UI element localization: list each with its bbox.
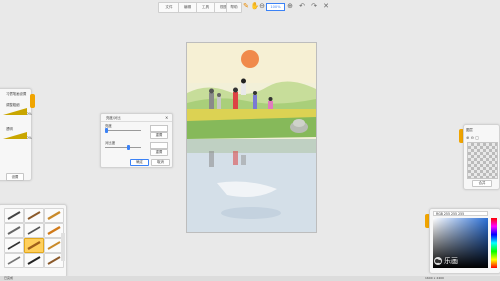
contrast-slider[interactable] (105, 147, 141, 148)
layers-panel-title: 图层 (466, 128, 473, 132)
dialog-close-icon[interactable]: × (165, 115, 168, 120)
ink-pen-tool[interactable] (4, 238, 24, 253)
zoom-in-icon[interactable]: ⊕ (285, 1, 295, 11)
crayon-tool[interactable] (24, 238, 44, 253)
contrast-reset-button[interactable]: 重置 (150, 149, 168, 156)
hue-slider[interactable] (491, 218, 497, 268)
menu-help[interactable]: 帮助 (226, 2, 242, 13)
tool-palette-scrollbar[interactable] (61, 233, 65, 261)
contrast-slider-thumb[interactable] (127, 145, 130, 150)
wechat-icon (434, 257, 442, 265)
layer-thumbnail[interactable] (467, 142, 498, 179)
contrast-label: 对比度 (105, 141, 116, 145)
redo-icon[interactable]: ↷ (309, 1, 319, 11)
smudge-tool[interactable] (24, 223, 44, 238)
layers-panel: 图层 ⊕ ⊖ ▢ 合并 (463, 124, 500, 190)
brush-panel-grip[interactable] (30, 94, 35, 108)
layer-toolbar-icons[interactable]: ⊕ ⊖ ▢ (466, 135, 479, 140)
dialog-ok-button[interactable]: 确定 (130, 159, 149, 166)
brush-settings-button[interactable]: 设置 (6, 173, 24, 181)
canvas-illustration (187, 43, 316, 232)
contrast-value-field[interactable] (150, 142, 168, 149)
watermark: 乐画 (434, 256, 468, 266)
brush-panel-title: 习惯笔画设置 (6, 92, 27, 96)
watermark-text: 乐画 (444, 257, 458, 265)
menu-file[interactable]: 文件 (158, 2, 180, 13)
drawing-canvas[interactable] (186, 42, 317, 233)
top-toolbar: 文件 编辑 工具 视图 帮助 ✎ ✋ ⊖ 100% ⊕ ↶ ↷ ✕ (0, 0, 500, 13)
brush-tool[interactable] (24, 208, 44, 223)
brightness-value-field[interactable] (150, 125, 168, 132)
pencil-tool[interactable] (4, 208, 24, 223)
status-left: 已完成 (4, 276, 14, 280)
brush-settings-panel: 习惯笔画设置 调整粗细 100% 透明 100% 设置 (0, 88, 32, 181)
sun-icon (241, 50, 259, 68)
calligraphy-tool[interactable] (24, 253, 44, 268)
undo-icon[interactable]: ↶ (297, 1, 307, 11)
marker-tool[interactable] (44, 208, 64, 223)
knife-tool[interactable] (4, 253, 24, 268)
menu-edit[interactable]: 编辑 (178, 2, 197, 13)
brightness-contrast-dialog: 亮度/对比 × 亮度 重置 对比度 重置 确定 取消 (100, 113, 173, 168)
zoom-level-field[interactable]: 100% (266, 3, 285, 11)
airbrush-tool[interactable] (4, 223, 24, 238)
color-value-field[interactable]: RGB 255 255 255 (433, 211, 488, 216)
close-icon[interactable]: ✕ (321, 1, 331, 11)
brightness-slider-thumb[interactable] (105, 128, 108, 133)
menu-tools[interactable]: 工具 (196, 2, 215, 13)
status-right: 1600 x 2400 (425, 276, 444, 280)
dialog-divider (101, 121, 172, 122)
dialog-title: 亮度/对比 (106, 116, 121, 120)
dialog-cancel-button[interactable]: 取消 (151, 159, 170, 166)
status-bar: 已完成 1600 x 2400 (0, 276, 500, 281)
brush-size-slider[interactable] (3, 107, 27, 116)
tool-palette (0, 204, 67, 278)
layers-merge-button[interactable]: 合并 (472, 180, 492, 187)
opacity-slider[interactable] (3, 131, 27, 140)
brightness-reset-button[interactable]: 重置 (150, 132, 168, 139)
brightness-slider[interactable] (105, 130, 141, 131)
